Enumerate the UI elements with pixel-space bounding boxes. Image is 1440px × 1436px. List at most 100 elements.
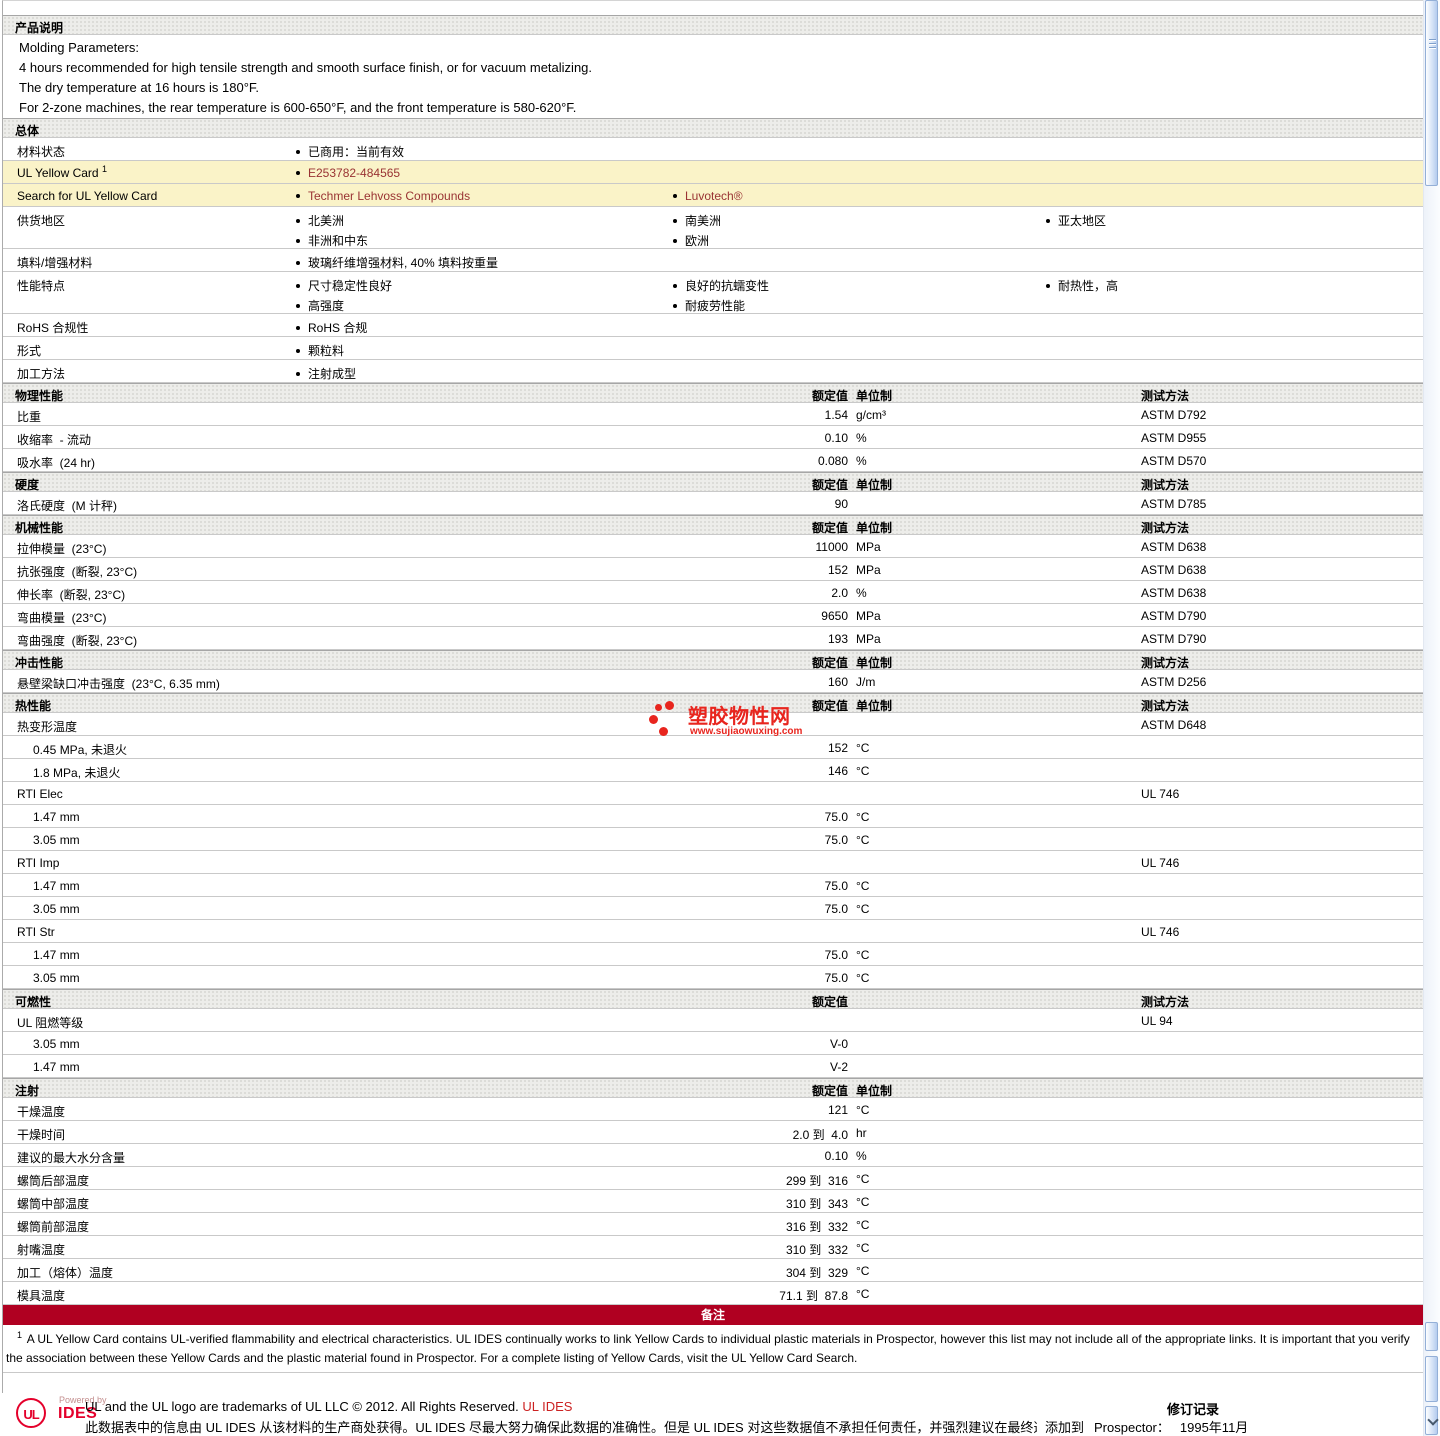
row-unit: °C [856, 879, 870, 893]
yellow-card-link[interactable]: E253782-484565 [308, 166, 400, 180]
row-label: 3.05 mm [33, 833, 80, 847]
row-value: 75.0 [824, 902, 848, 916]
property-row-flamm-147: 1.47 mm V-2 [3, 1055, 1423, 1078]
inner-scrollbar-thumb[interactable] [1425, 1356, 1438, 1402]
row-label: 供货地区 [17, 214, 66, 228]
row-value: 152 [827, 563, 848, 577]
bullet-icon [673, 218, 677, 223]
scrollbar-down-button[interactable] [1425, 1406, 1439, 1435]
property-row-rti-imp: RTI Imp UL 746 [3, 851, 1423, 874]
revision-title: 修订记录 [1166, 1402, 1219, 1417]
row-value: 耐热性，高 [1058, 279, 1119, 293]
section-title: 机械性能 [15, 521, 64, 535]
row-unit: °C [856, 1287, 870, 1301]
techmer-link[interactable]: Techmer Lehvoss Compounds [308, 189, 470, 203]
row-label: 比重 [17, 410, 42, 424]
column-header-value: 额定值 [811, 1084, 848, 1098]
row-label: 伸长率 (断裂, 23°C) [17, 588, 126, 602]
row-method: ASTM D256 [1141, 675, 1207, 689]
bullet-icon [1046, 283, 1050, 288]
property-row-shrinkage: 收缩率 - 流动 0.10% ASTM D955 [3, 426, 1423, 449]
row-value: 193 [827, 632, 848, 646]
revision-value: 添加到 Prospector： 1995年11月 [1045, 1420, 1249, 1435]
row-method: ASTM D638 [1141, 586, 1207, 600]
row-value: 121 [827, 1103, 848, 1117]
row-unit: % [856, 586, 867, 600]
section-title: 硬度 [15, 478, 40, 492]
scrollbar-grip-icon [1429, 39, 1436, 51]
bullet-icon [296, 371, 300, 376]
property-row-hdt-045: 0.45 MPa, 未退火 152 °C [3, 736, 1423, 759]
row-value: 11000 [815, 540, 848, 554]
row-value: 高强度 [308, 299, 345, 313]
general-row-ul-yellow-card: UL Yellow Card 1 E253782-484565 [3, 161, 1423, 184]
section-header-mechanical: 机械性能 额定值 单位制 测试方法 [3, 515, 1423, 535]
property-row-rti-str-305: 3.05 mm 75.0 °C [3, 966, 1423, 989]
row-value: 玻璃纤维增强材料, 40% 填料按重量 [308, 256, 499, 270]
property-row-nozzle-temp: 射嘴温度 310 到 332 °C [3, 1236, 1423, 1259]
row-value: 2.0 到 4.0 [792, 1128, 848, 1142]
property-row-dry-temp: 干燥温度 121 °C [3, 1098, 1423, 1121]
general-row-rohs: RoHS 合规性 RoHS 合规 [3, 314, 1423, 337]
column-header-method: 测试方法 [1141, 699, 1190, 713]
bullet-icon [673, 194, 677, 198]
row-unit: °C [856, 1218, 870, 1232]
row-label: Search for UL Yellow Card [17, 189, 158, 203]
row-label: 形式 [17, 344, 42, 358]
scrollbar-up-button[interactable] [1425, 1322, 1438, 1351]
row-value: 南美洲 [685, 214, 722, 228]
bullet-icon [296, 325, 300, 330]
property-row-rti-elec-147: 1.47 mm 75.0 °C [3, 805, 1423, 828]
row-label: 弯曲模量 (23°C) [17, 611, 107, 625]
bullet-icon [673, 238, 677, 243]
row-label: 洛氏硬度 (M 计秤) [17, 499, 117, 513]
row-unit: °C [856, 764, 870, 778]
row-method: ASTM D955 [1141, 431, 1207, 445]
property-row-rti-imp-147: 1.47 mm 75.0 °C [3, 874, 1423, 897]
row-method: ASTM D790 [1141, 632, 1207, 646]
property-row-hdt: 热变形温度 ASTM D648 [3, 713, 1423, 736]
vertical-scrollbar[interactable] [1423, 0, 1440, 1436]
property-row-tensile-modulus: 拉伸模量 (23°C) 11000 MPa ASTM D638 [3, 535, 1423, 558]
property-row-ul-rating: UL 阻燃等级 UL 94 [3, 1009, 1423, 1032]
row-value: RoHS 合规 [308, 321, 368, 335]
row-label: UL 阻燃等级 [17, 1016, 84, 1030]
content-end-space [3, 1373, 1423, 1393]
section-title: 总体 [15, 124, 40, 138]
row-unit: % [856, 431, 867, 445]
row-label: 抗张强度 (断裂, 23°C) [17, 565, 138, 579]
column-header-value: 额定值 [811, 699, 848, 713]
column-header-unit: 单位制 [856, 478, 893, 492]
bullet-icon [296, 218, 300, 223]
luvotech-link[interactable]: Luvotech® [685, 189, 743, 203]
column-header-unit: 单位制 [856, 699, 893, 713]
row-unit: MPa [856, 609, 881, 623]
row-value: 非洲和中东 [308, 234, 369, 248]
ul-ides-link[interactable]: UL IDES [522, 1399, 572, 1414]
row-unit: °C [856, 948, 870, 962]
row-label: 拉伸模量 (23°C) [17, 542, 107, 556]
row-unit: hr [856, 1126, 867, 1140]
row-unit: °C [856, 741, 870, 755]
scrollbar-thumb[interactable] [1425, 0, 1438, 186]
row-label: 建议的最大水分含量 [17, 1151, 126, 1165]
row-label: 性能特点 [17, 279, 66, 293]
row-label: RTI Elec [17, 787, 63, 801]
section-header-injection: 注射 额定值 单位制 [3, 1078, 1423, 1098]
datasheet-page: 产品说明 Molding Parameters: 4 hours recomme… [0, 0, 1440, 1436]
section-header-flammability: 可燃性 额定值 测试方法 [3, 989, 1423, 1009]
row-label: 收缩率 - 流动 [17, 433, 91, 447]
bullet-icon [296, 194, 300, 198]
row-label: 模具温度 [17, 1289, 66, 1303]
row-label: 1.47 mm [33, 1060, 80, 1074]
row-method: UL 746 [1141, 856, 1180, 870]
property-row-flexural-modulus: 弯曲模量 (23°C) 9650 MPa ASTM D790 [3, 604, 1423, 627]
row-unit: MPa [856, 540, 881, 554]
row-value: 316 到 332 [785, 1220, 848, 1234]
row-method: UL 746 [1141, 787, 1180, 801]
general-row-form: 形式 颗粒料 [3, 337, 1423, 360]
column-header-method: 测试方法 [1141, 656, 1190, 670]
row-label: 干燥时间 [17, 1128, 66, 1142]
row-unit: °C [856, 810, 870, 824]
row-method: ASTM D638 [1141, 563, 1207, 577]
